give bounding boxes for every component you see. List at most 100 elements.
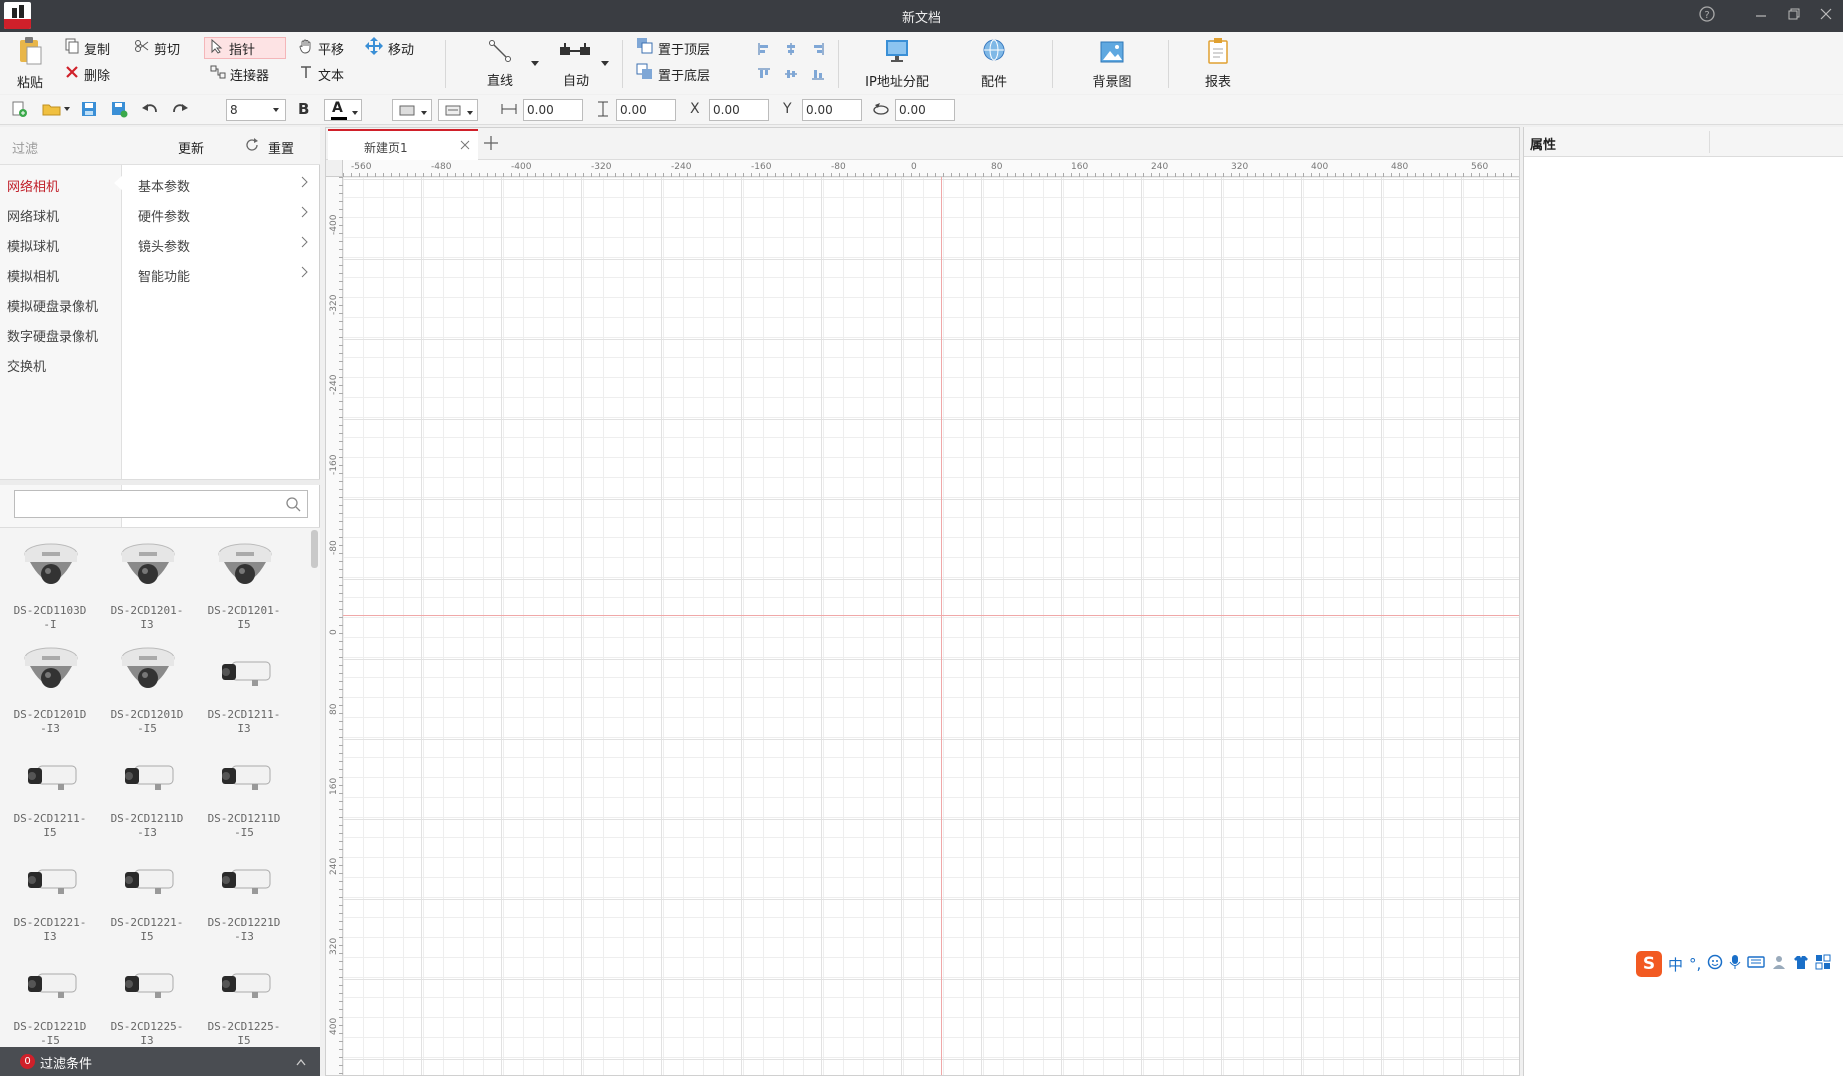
category-item[interactable]: 数字硬盘录像机 (7, 326, 98, 345)
y-input[interactable]: 0.00 (802, 99, 862, 121)
copy-button[interactable]: 复制 (60, 37, 114, 59)
device-item[interactable]: DS-2CD1201D -I5 (99, 642, 195, 742)
toolbox-icon[interactable] (1815, 954, 1831, 974)
device-item[interactable]: DS-2CD1201- I5 (196, 538, 292, 638)
send-back-button[interactable]: 置于底层 (632, 63, 714, 85)
device-item[interactable]: DS-2CD1211- I5 (2, 746, 98, 846)
paste-label: 粘贴 (16, 76, 43, 91)
chevron-up-icon[interactable] (296, 1055, 306, 1070)
height-input[interactable]: 0.00 (616, 99, 676, 121)
add-page-icon[interactable] (483, 135, 499, 155)
text-button[interactable]: 文本 (294, 63, 348, 85)
align-center-icon[interactable] (784, 42, 798, 60)
save-icon[interactable] (80, 100, 100, 120)
move-button[interactable]: 移动 (360, 37, 418, 59)
param-item[interactable]: 镜头参数 (138, 236, 318, 255)
accessories-button[interactable]: 配件 (976, 37, 1012, 90)
ime-punct[interactable]: °, (1689, 955, 1701, 973)
cut-button[interactable]: 剪切 (130, 37, 184, 59)
keyboard-icon[interactable] (1747, 955, 1765, 973)
align-middle-icon[interactable] (784, 67, 798, 85)
filter-input[interactable]: 过滤 (12, 138, 38, 157)
microphone-icon[interactable] (1729, 954, 1741, 974)
save-as-icon[interactable] (110, 100, 130, 120)
ruler-tick-label: -320 (329, 294, 339, 315)
reset-button[interactable]: 重置 (268, 138, 294, 157)
tab-page-1[interactable]: 新建页1 (328, 129, 478, 160)
device-item[interactable]: DS-2CD1211- I3 (196, 642, 292, 742)
paste-button[interactable]: 粘贴 (12, 36, 48, 91)
align-right-icon[interactable] (811, 42, 825, 60)
line-dropdown-icon[interactable] (530, 56, 540, 71)
category-item[interactable]: 模拟相机 (7, 266, 59, 285)
category-item[interactable]: 网络相机 (7, 176, 59, 195)
scissors-icon (134, 38, 150, 58)
category-item[interactable]: 模拟硬盘录像机 (7, 296, 98, 315)
device-item[interactable]: DS-2CD1221D -I3 (196, 850, 292, 950)
user-icon[interactable] (1771, 954, 1787, 974)
pan-button[interactable]: 平移 (294, 37, 348, 59)
align-left-icon[interactable] (757, 42, 771, 60)
fill-style-button[interactable] (392, 99, 432, 121)
device-item[interactable]: DS-2CD1221D -I5 (2, 954, 98, 1054)
filter-conditions-bar[interactable]: 0 过滤条件 (0, 1047, 320, 1076)
delete-button[interactable]: 删除 (60, 63, 114, 85)
device-item[interactable]: DS-2CD1211D -I3 (99, 746, 195, 846)
line-button[interactable]: 直线 (482, 38, 518, 89)
category-item[interactable]: 网络球机 (7, 206, 59, 225)
pointer-button[interactable]: 指针 (204, 37, 286, 59)
device-library-panel: 过滤 更新 重置 网络相机 网络球机 模拟球机 模拟相机 模拟硬盘录像机 数字硬… (0, 127, 320, 1076)
rotate-input[interactable]: 0.00 (895, 99, 955, 121)
emoji-icon[interactable] (1707, 954, 1723, 974)
ruler-tick-label: 560 (1471, 162, 1489, 172)
align-bottom-icon[interactable] (811, 67, 825, 85)
param-item[interactable]: 智能功能 (138, 266, 318, 285)
param-item[interactable]: 基本参数 (138, 176, 318, 195)
ruler-tick-label: 160 (1071, 162, 1089, 172)
device-item[interactable]: DS-2CD1201D -I3 (2, 642, 98, 742)
bring-front-button[interactable]: 置于顶层 (632, 37, 714, 59)
restore-button[interactable] (1783, 5, 1805, 27)
line-style-button[interactable] (438, 99, 478, 121)
background-button[interactable]: 背景图 (1088, 39, 1136, 90)
help-icon[interactable]: ? (1696, 5, 1718, 27)
ime-mode-zh[interactable]: 中 (1668, 954, 1683, 975)
device-item[interactable]: DS-2CD1103D -I (2, 538, 98, 638)
width-input[interactable]: 0.00 (523, 99, 583, 121)
device-item[interactable]: DS-2CD1221- I3 (2, 850, 98, 950)
x-input[interactable]: 0.00 (709, 99, 769, 121)
device-item[interactable]: DS-2CD1225- I5 (196, 954, 292, 1054)
auto-dropdown-icon[interactable] (600, 56, 610, 71)
device-item[interactable]: DS-2CD1221- I5 (99, 850, 195, 950)
skin-shirt-icon[interactable] (1793, 954, 1809, 974)
refresh-icon[interactable] (244, 137, 260, 157)
device-item[interactable]: DS-2CD1211D -I5 (196, 746, 292, 846)
redo-icon[interactable] (171, 100, 191, 120)
ip-assign-button[interactable]: IP地址分配 (862, 37, 932, 90)
report-button[interactable]: 报表 (1200, 37, 1236, 90)
device-item[interactable]: DS-2CD1225- I3 (99, 954, 195, 1054)
close-button[interactable] (1815, 5, 1837, 27)
scrollbar-thumb[interactable] (311, 530, 318, 568)
category-item[interactable]: 交换机 (7, 356, 46, 375)
monitor-network-icon (862, 37, 932, 69)
drawing-canvas[interactable] (343, 177, 1519, 1075)
bold-button[interactable]: B (298, 100, 309, 118)
device-item[interactable]: DS-2CD1201- I3 (99, 538, 195, 638)
font-color-button[interactable]: A (324, 99, 362, 121)
search-icon[interactable] (285, 496, 301, 516)
category-item[interactable]: 模拟球机 (7, 236, 59, 255)
update-button[interactable]: 更新 (178, 138, 204, 157)
device-search-input[interactable] (14, 490, 308, 518)
sogou-ime-icon[interactable]: S (1636, 951, 1662, 977)
connector-button[interactable]: 连接器 (206, 63, 273, 85)
align-top-icon[interactable] (757, 67, 771, 85)
auto-button[interactable]: 自动 (556, 38, 596, 89)
font-size-select[interactable]: 8 (226, 99, 286, 121)
new-file-icon[interactable] (10, 100, 30, 120)
open-folder-icon[interactable] (42, 100, 72, 120)
minimize-button[interactable] (1750, 5, 1772, 27)
close-tab-icon[interactable] (460, 139, 470, 153)
undo-icon[interactable] (141, 100, 161, 120)
param-item[interactable]: 硬件参数 (138, 206, 318, 225)
